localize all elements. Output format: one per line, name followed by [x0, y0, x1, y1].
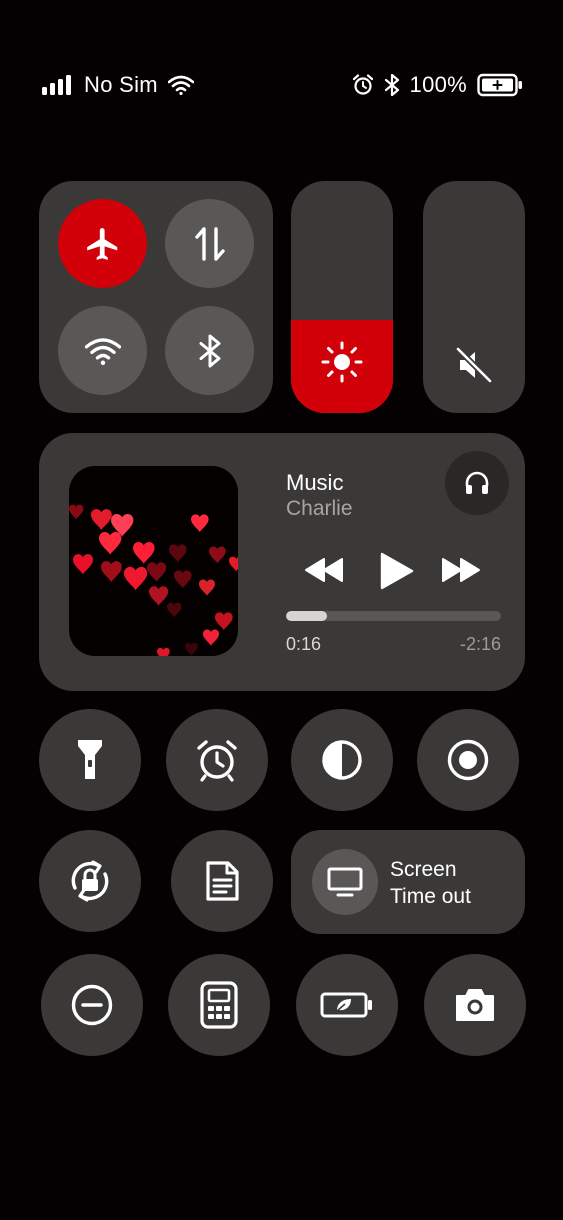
- volume-slider[interactable]: [423, 181, 525, 413]
- screen-timeout-icon-wrap: [312, 849, 378, 915]
- battery-percent: 100%: [409, 72, 467, 97]
- album-art[interactable]: [69, 466, 238, 656]
- rotation-lock-icon: [71, 860, 109, 902]
- alarm-clock-icon: [197, 740, 237, 782]
- playback-progress-fill: [286, 611, 327, 621]
- do-not-disturb-button[interactable]: [41, 954, 143, 1056]
- signal-icon: [42, 75, 71, 95]
- contrast-icon: [322, 740, 362, 780]
- bluetooth-status-icon: [384, 74, 399, 96]
- calculator-button[interactable]: [168, 954, 270, 1056]
- screen-timeout-tile[interactable]: Screen Time out: [291, 830, 525, 934]
- airplane-icon: [86, 227, 117, 260]
- elapsed-time: 0:16: [286, 634, 322, 654]
- media-player: Music Charlie 0:16 -2:16: [39, 433, 525, 691]
- screen-record-button[interactable]: [417, 709, 519, 811]
- bluetooth-icon: [199, 334, 220, 367]
- wifi-icon: [84, 337, 121, 365]
- brightness-slider[interactable]: [291, 181, 393, 413]
- play-button[interactable]: [376, 551, 416, 591]
- alarm-button[interactable]: [166, 709, 268, 811]
- bluetooth-toggle[interactable]: [165, 306, 254, 395]
- battery-saver-icon: [320, 992, 372, 1018]
- playback-progress-bar[interactable]: [286, 611, 501, 621]
- document-icon: [206, 861, 239, 901]
- flashlight-icon: [78, 740, 102, 779]
- dark-mode-button[interactable]: [291, 709, 393, 811]
- hearts-artwork-icon: [69, 504, 238, 656]
- rewind-button[interactable]: [304, 555, 344, 585]
- wifi-status-icon: [167, 75, 194, 95]
- airplane-mode-toggle[interactable]: [58, 199, 147, 288]
- status-bar-right: 100%: [352, 72, 523, 98]
- data-transfer-icon: [194, 226, 225, 261]
- music-app-label: Music: [286, 470, 344, 495]
- fast-forward-icon: [442, 558, 480, 582]
- minus-circle-icon: [71, 984, 113, 1026]
- rewind-icon: [305, 558, 343, 582]
- audio-output-button[interactable]: [445, 451, 509, 515]
- rotation-lock-button[interactable]: [39, 830, 141, 932]
- battery-saver-button[interactable]: [296, 954, 398, 1056]
- flashlight-button[interactable]: [39, 709, 141, 811]
- remaining-time: -2:16: [459, 634, 501, 654]
- calculator-icon: [200, 981, 238, 1029]
- screen-timeout-label-line2: Time out: [390, 885, 471, 908]
- screen-timeout-label-line1: Screen: [390, 858, 457, 881]
- monitor-icon: [327, 867, 363, 897]
- wifi-toggle[interactable]: [58, 306, 147, 395]
- play-icon: [380, 552, 414, 590]
- mobile-data-toggle[interactable]: [165, 199, 254, 288]
- status-bar-left: No Sim: [42, 72, 194, 98]
- headphones-icon: [465, 471, 489, 494]
- connectivity-panel: [39, 181, 273, 413]
- notes-button[interactable]: [171, 830, 273, 932]
- fast-forward-button[interactable]: [441, 555, 481, 585]
- screen-timeout-label: Screen Time out: [390, 856, 471, 910]
- carrier-label: No Sim: [84, 72, 158, 97]
- alarm-status-icon: [352, 74, 373, 95]
- battery-icon: [477, 73, 522, 97]
- sun-icon: [321, 341, 363, 383]
- record-icon: [447, 739, 489, 781]
- camera-icon: [456, 989, 494, 1021]
- music-artist: Charlie: [286, 497, 353, 520]
- speaker-muted-icon: [455, 346, 493, 384]
- camera-button[interactable]: [424, 954, 526, 1056]
